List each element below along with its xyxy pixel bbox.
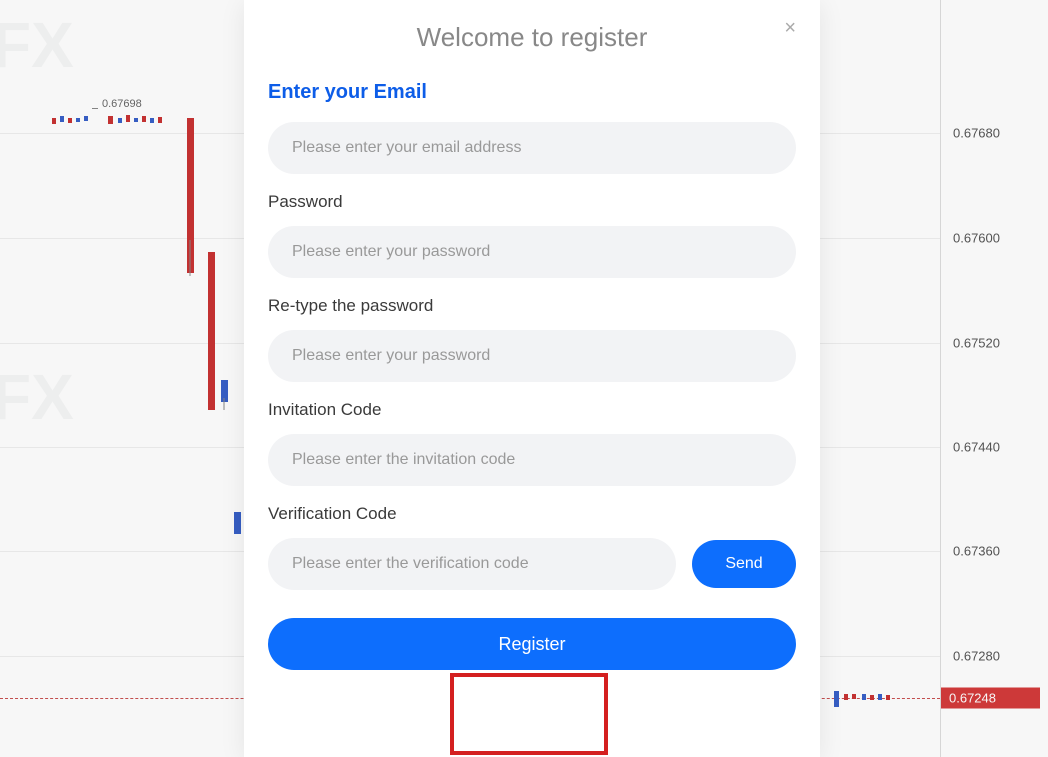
candle (870, 695, 874, 700)
candle (158, 117, 162, 123)
axis-label-current: 0.67248 (941, 688, 1040, 709)
candle (852, 694, 856, 699)
password-confirm-input[interactable] (268, 330, 796, 382)
register-modal: × Welcome to register Enter your Email P… (244, 0, 820, 757)
candle-wick (224, 398, 225, 410)
candle (834, 691, 839, 707)
axis-label: 0.67520 (953, 336, 1000, 351)
candle (134, 118, 138, 122)
send-code-button[interactable]: Send (692, 540, 796, 588)
candle (862, 694, 866, 700)
candle (60, 116, 64, 122)
candle (52, 118, 56, 124)
axis-label: 0.67280 (953, 649, 1000, 664)
bg-fx-text: FX (0, 8, 74, 82)
candle (187, 118, 194, 273)
candle (878, 694, 882, 700)
candle (68, 118, 72, 123)
axis-label: 0.67680 (953, 126, 1000, 141)
password-input[interactable] (268, 226, 796, 278)
axis-label: 0.67360 (953, 544, 1000, 559)
candle (126, 115, 130, 122)
verification-code-input[interactable] (268, 538, 676, 590)
candle (208, 252, 215, 410)
verification-code-label: Verification Code (268, 504, 796, 524)
bg-fx-text: FX (0, 360, 74, 434)
candle (76, 118, 80, 122)
modal-title: Welcome to register (268, 22, 796, 53)
email-input[interactable] (268, 122, 796, 174)
candle (84, 116, 88, 121)
candle (844, 694, 848, 700)
invitation-code-input[interactable] (268, 434, 796, 486)
candle (142, 116, 146, 122)
candle (234, 512, 241, 534)
register-button[interactable]: Register (268, 618, 796, 670)
password-label: Password (268, 192, 796, 212)
email-label: Enter your Email (268, 81, 796, 104)
candle (886, 695, 890, 700)
price-callout-tick (92, 108, 98, 109)
candle (221, 380, 228, 402)
candle (118, 118, 122, 123)
axis-label: 0.67440 (953, 440, 1000, 455)
invitation-code-label: Invitation Code (268, 400, 796, 420)
candle-wick (190, 240, 191, 276)
password-confirm-label: Re-type the password (268, 296, 796, 316)
chart-y-axis: 0.67680 0.67600 0.67520 0.67440 0.67360 … (940, 0, 1048, 757)
axis-label: 0.67600 (953, 231, 1000, 246)
candle (108, 116, 113, 124)
price-callout: 0.67698 (102, 98, 142, 110)
close-button[interactable]: × (784, 18, 796, 38)
candle (150, 118, 154, 123)
